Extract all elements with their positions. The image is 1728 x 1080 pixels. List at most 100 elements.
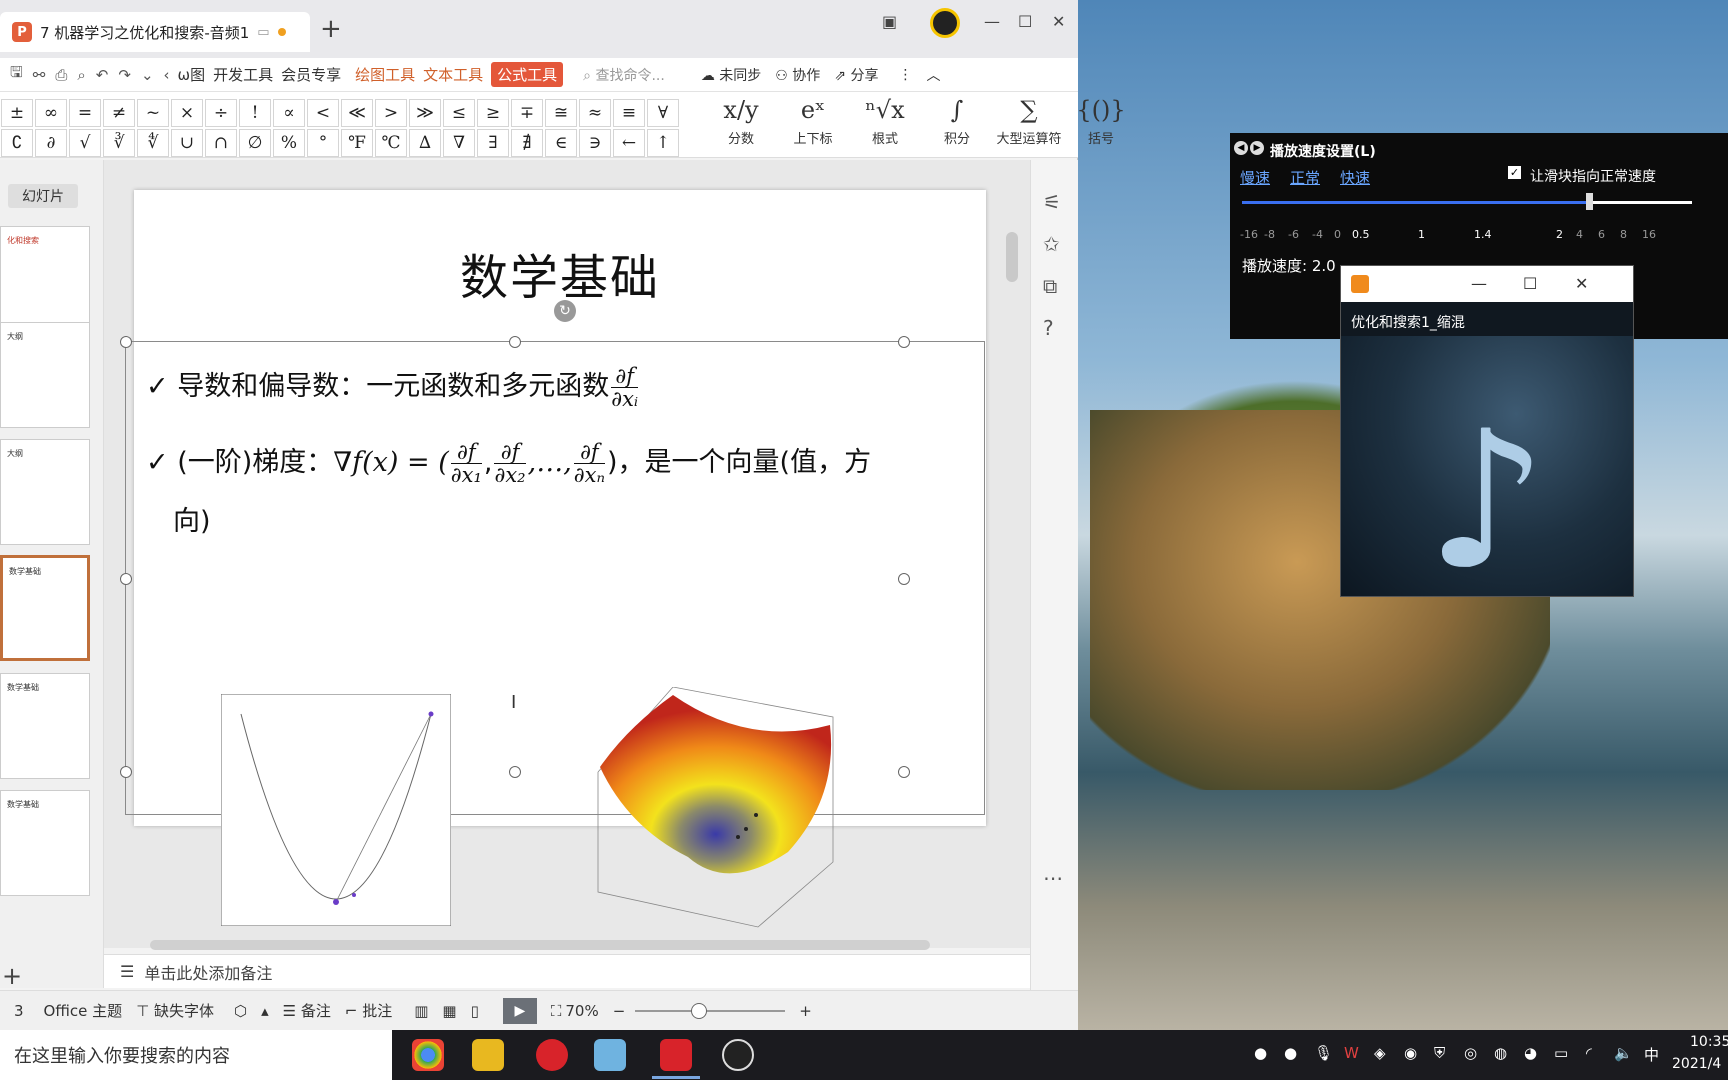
- symbol-button[interactable]: ∇: [443, 129, 475, 157]
- close-icon[interactable]: ✕: [1575, 274, 1588, 293]
- symbol-button[interactable]: ±: [1, 99, 33, 127]
- slide[interactable]: 数学基础 ↻ ✓ 导数和偏导数：一元函数和多元函数 ∂f ∂xᵢ ✓ (一阶)梯度：…: [120, 190, 986, 928]
- tab-view[interactable]: ω图: [178, 64, 206, 85]
- battery-icon[interactable]: ▭: [1554, 1044, 1568, 1062]
- fit-window-icon[interactable]: ⛶: [551, 1002, 562, 1020]
- formula-tool-button[interactable]: ∫ 积分: [928, 96, 986, 147]
- redo-icon[interactable]: ↷: [118, 66, 131, 84]
- clock-date[interactable]: 2021/4: [1672, 1056, 1721, 1072]
- shield-icon[interactable]: ⛨: [1434, 1044, 1445, 1062]
- resize-handle[interactable]: [509, 336, 521, 348]
- symbol-button[interactable]: ∩: [205, 129, 237, 157]
- obs-taskbar-icon[interactable]: [722, 1039, 754, 1071]
- symbol-button[interactable]: ≪: [341, 99, 373, 127]
- chrome-taskbar-icon[interactable]: [412, 1039, 444, 1071]
- save-icon[interactable]: 🖫: [10, 62, 23, 87]
- horizontal-scrollbar[interactable]: [150, 940, 930, 950]
- resize-handle[interactable]: [898, 766, 910, 778]
- symbol-button[interactable]: <: [307, 99, 339, 127]
- minimize-icon[interactable]: —: [984, 12, 1000, 31]
- wps-tray-icon[interactable]: W: [1344, 1044, 1359, 1062]
- tab-drawing-tools[interactable]: 绘图工具: [355, 64, 415, 85]
- speed-slider-knob[interactable]: [1586, 193, 1593, 210]
- notes-button[interactable]: ☰ 备注: [283, 1000, 331, 1021]
- symbol-button[interactable]: ~: [137, 99, 169, 127]
- symbol-button[interactable]: =: [69, 99, 101, 127]
- add-slide-button[interactable]: +: [2, 962, 22, 990]
- symbol-button[interactable]: ∀: [647, 99, 679, 127]
- symbol-button[interactable]: >: [375, 99, 407, 127]
- zoom-slider[interactable]: [635, 1002, 786, 1019]
- symbol-button[interactable]: ≡: [613, 99, 645, 127]
- symbol-button[interactable]: !: [239, 99, 271, 127]
- symbol-button[interactable]: ℃: [375, 129, 407, 157]
- symbol-button[interactable]: ≥: [477, 99, 509, 127]
- share-button[interactable]: ⇗ 分享: [834, 65, 878, 85]
- help-icon[interactable]: ?: [1043, 316, 1054, 340]
- chevron-up-icon[interactable]: ▴: [261, 1002, 269, 1020]
- tab-formula-tools[interactable]: 公式工具: [491, 62, 564, 87]
- symbol-button[interactable]: ×: [171, 99, 203, 127]
- symbol-button[interactable]: ∆: [409, 129, 441, 157]
- print-preview-icon[interactable]: ⌕: [77, 66, 85, 84]
- media-player-window[interactable]: — ☐ ✕ 优化和搜索1_缩混 ♪: [1340, 265, 1634, 597]
- maximize-icon[interactable]: ☐: [1018, 12, 1032, 31]
- zoom-out-button[interactable]: −: [613, 1002, 626, 1020]
- wifi-icon[interactable]: ◜: [1586, 1044, 1592, 1062]
- symbol-button[interactable]: ∝: [273, 99, 305, 127]
- symbol-button[interactable]: ∞: [35, 99, 67, 127]
- symbol-button[interactable]: °: [307, 129, 339, 157]
- media-player-taskbar-icon[interactable]: [594, 1039, 626, 1071]
- tray-app-icon[interactable]: ●: [1284, 1044, 1297, 1062]
- slide-thumbnail-5[interactable]: 数学基础: [0, 673, 90, 779]
- maximize-icon[interactable]: ☐: [1523, 274, 1537, 293]
- slides-tab[interactable]: 幻灯片: [8, 184, 78, 208]
- minimize-icon[interactable]: —: [1471, 274, 1487, 293]
- symbol-button[interactable]: ∄: [511, 129, 543, 157]
- symbol-button[interactable]: ℉: [341, 129, 373, 157]
- tab-developer[interactable]: 开发工具: [213, 64, 273, 85]
- missing-font-button[interactable]: ⊤ 缺失字体: [136, 1000, 214, 1021]
- next-arrow-icon[interactable]: ▶: [1250, 141, 1264, 155]
- resize-handle[interactable]: [509, 766, 521, 778]
- play-slideshow-button[interactable]: ▶: [502, 997, 537, 1024]
- content-textbox[interactable]: ✓ 导数和偏导数：一元函数和多元函数 ∂f ∂xᵢ ✓ (一阶)梯度：∇f(x) =…: [120, 336, 985, 928]
- screen-icon[interactable]: ▭: [257, 25, 269, 40]
- document-tab[interactable]: P 7 机器学习之优化和搜索-音频1 ▭: [0, 12, 310, 52]
- slow-speed-link[interactable]: 慢速: [1240, 167, 1270, 188]
- tray-app-icon[interactable]: ◍: [1494, 1044, 1507, 1062]
- cube-icon[interactable]: ⬡: [234, 1002, 247, 1020]
- symbol-button[interactable]: ≠: [103, 99, 135, 127]
- sorter-view-icon[interactable]: ▦: [442, 1002, 456, 1020]
- symbol-button[interactable]: ÷: [205, 99, 237, 127]
- chevron-down-icon[interactable]: ⌄: [141, 66, 154, 84]
- print-icon[interactable]: ⎙: [55, 66, 67, 84]
- resize-handle[interactable]: [120, 766, 132, 778]
- close-icon[interactable]: ✕: [1052, 12, 1065, 31]
- resize-handle[interactable]: [898, 573, 910, 585]
- tray-app-icon[interactable]: ◈: [1374, 1044, 1386, 1062]
- symbol-button[interactable]: √: [69, 129, 101, 157]
- tray-app-icon[interactable]: ◎: [1464, 1044, 1477, 1062]
- tab-text-tools[interactable]: 文本工具: [423, 64, 483, 85]
- symbol-button[interactable]: %: [273, 129, 305, 157]
- theme-name[interactable]: Office 主题: [44, 1000, 123, 1021]
- comments-button[interactable]: ⌐ 批注: [345, 1000, 392, 1021]
- slide-thumbnail-3[interactable]: 大纲: [0, 439, 90, 545]
- symbol-button[interactable]: ∅: [239, 129, 271, 157]
- tray-app-icon[interactable]: ◉: [1404, 1044, 1417, 1062]
- resize-handle[interactable]: [898, 336, 910, 348]
- symbol-button[interactable]: ∜: [137, 129, 169, 157]
- formula-tool-button[interactable]: ⁿ√x 根式: [856, 96, 914, 147]
- symbol-button[interactable]: ∪: [171, 129, 203, 157]
- vertical-scrollbar[interactable]: [1006, 232, 1018, 282]
- link-icon[interactable]: ⚯: [33, 66, 46, 84]
- slide-title[interactable]: 数学基础: [134, 238, 986, 308]
- zoom-slider-knob[interactable]: [691, 1002, 708, 1019]
- user-avatar[interactable]: [930, 8, 960, 38]
- properties-icon[interactable]: ⚟: [1043, 190, 1061, 214]
- clock-time[interactable]: 10:35: [1690, 1034, 1728, 1050]
- resize-handle[interactable]: [120, 573, 132, 585]
- snap-to-normal-checkbox[interactable]: ✓: [1508, 166, 1521, 179]
- symbol-button[interactable]: ≫: [409, 99, 441, 127]
